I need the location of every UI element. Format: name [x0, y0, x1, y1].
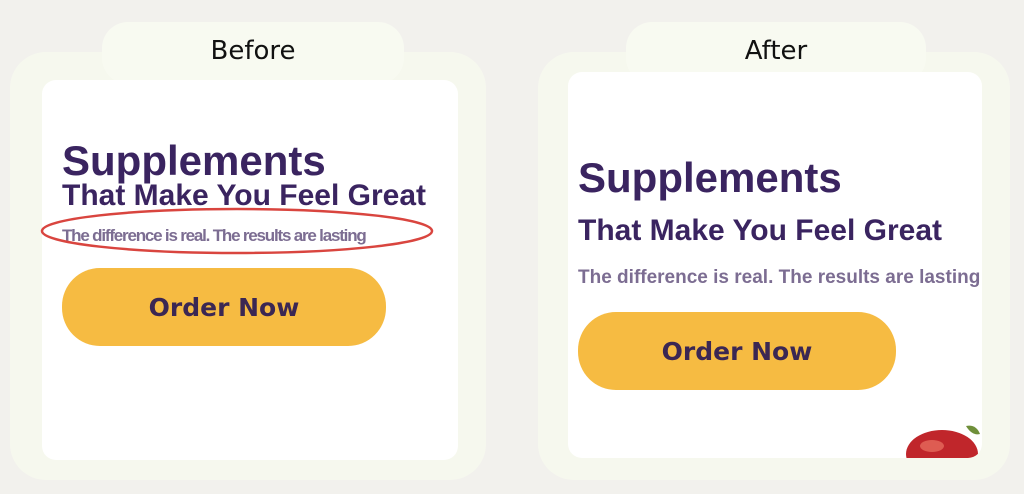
after-title-line2: That Make You Feel Great [578, 214, 942, 247]
before-title-line1: Supplements [62, 137, 326, 184]
after-order-now-button[interactable]: Order Now [578, 312, 896, 390]
fruit-image-fragment [906, 425, 980, 458]
after-preview-card: Supplements That Make You Feel Great The… [568, 72, 982, 458]
after-subtitle: The difference is real. The results are … [578, 267, 981, 288]
before-preview-card: Supplements That Make You Feel Great The… [42, 80, 458, 460]
highlight-ellipse [40, 207, 434, 255]
before-order-now-button[interactable]: Order Now [62, 268, 386, 346]
after-title-line1: Supplements [578, 154, 842, 201]
before-label: Before [102, 22, 404, 84]
